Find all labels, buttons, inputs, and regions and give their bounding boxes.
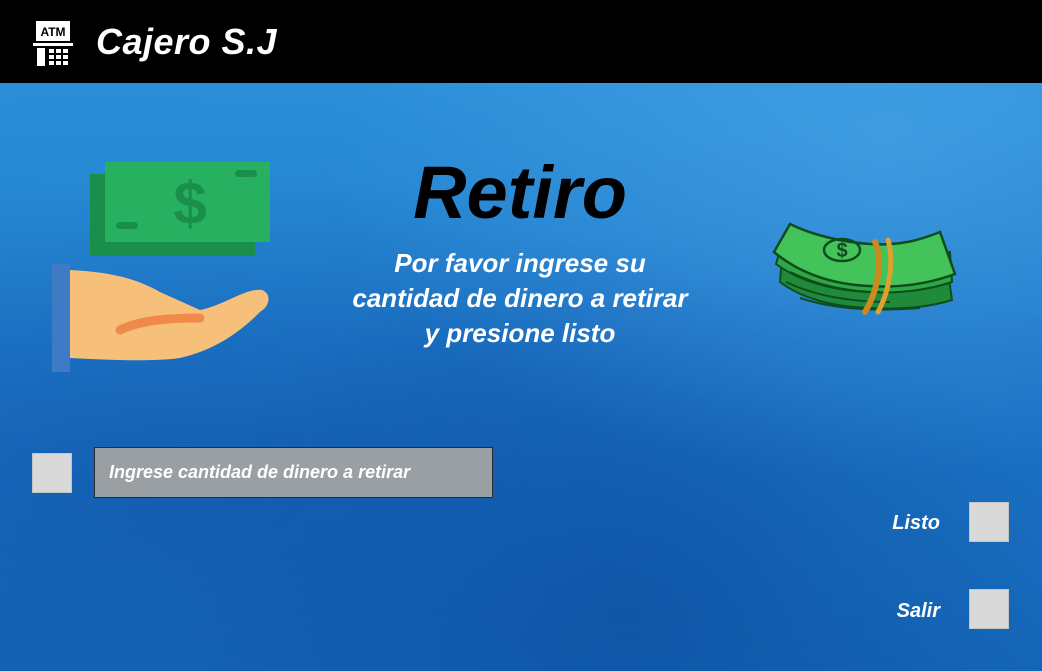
hand-money-icon: $ [52,162,270,372]
atm-icon: ATM [31,18,75,72]
page-title: Retiro [413,151,627,234]
svg-text:$: $ [836,240,847,262]
exit-label: Salir [896,600,940,622]
header-bar: ATM Cajero S.J [0,0,1042,83]
amount-input[interactable] [94,447,493,498]
instructions-text: Por favor ingrese su cantidad de dinero … [352,248,688,348]
app-title: Cajero S.J [96,21,278,62]
done-button[interactable] [969,502,1009,542]
svg-text:$: $ [173,170,206,237]
atm-logo-text: ATM [40,25,65,39]
exit-button[interactable] [969,589,1009,629]
done-label: Listo [892,512,940,534]
cash-bundle-icon: $ [772,222,957,315]
amount-checkbox[interactable] [32,453,72,493]
